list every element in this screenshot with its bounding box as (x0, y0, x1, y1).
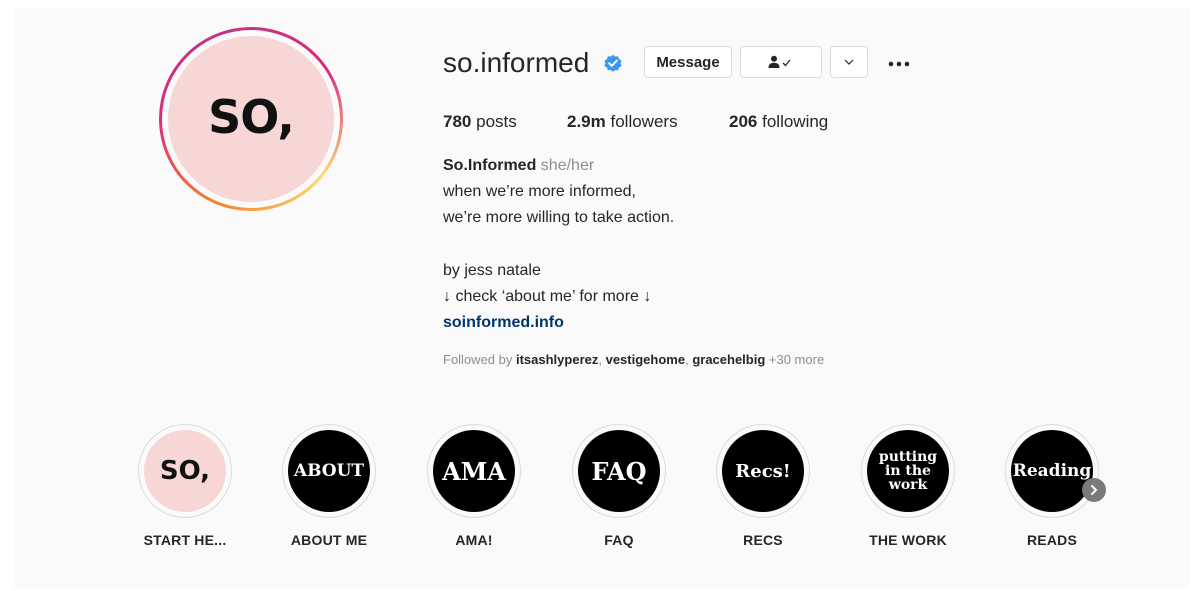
highlight-label: START HE... (143, 532, 227, 548)
follower-gracehelbig[interactable]: gracehelbig (692, 352, 765, 367)
highlight-start-here[interactable]: SO, START HE... (125, 424, 245, 548)
suggested-dropdown-button[interactable] (830, 46, 868, 78)
highlight-label: AMA! (455, 532, 493, 548)
highlight-cover: ABOUT (288, 430, 370, 512)
bio-line-2: we’re more willing to take action. (443, 209, 675, 226)
following-button[interactable] (740, 46, 822, 78)
verified-badge-icon (604, 54, 622, 72)
highlight-cover: SO, (144, 430, 226, 512)
chevron-right-icon (1091, 485, 1098, 495)
highlight-ama[interactable]: AMA AMA! (414, 424, 534, 548)
followers-count: 2.9m (567, 112, 606, 131)
highlight-cover: AMA (433, 430, 515, 512)
profile-avatar[interactable]: SO, (159, 27, 343, 211)
followers-label: followers (610, 112, 678, 131)
follower-itsashlyperez[interactable]: itsashlyperez (516, 352, 598, 367)
follower-vestigehome[interactable]: vestigehome (606, 352, 685, 367)
pronouns: she/her (540, 157, 595, 174)
following-label: following (762, 112, 829, 131)
person-check-icon (768, 55, 791, 68)
bio-link-line: soinformed.info (443, 314, 564, 332)
bio-name: So.Informed (443, 157, 537, 174)
highlight-label: THE WORK (869, 532, 947, 548)
following-stat[interactable]: 206 following (729, 112, 828, 132)
chevron-down-icon (844, 59, 854, 65)
avatar-text: SO, (208, 90, 295, 144)
highlight-label: READS (1026, 532, 1077, 548)
highlight-cover: Reading (1011, 430, 1093, 512)
bio-name-line: So.Informed she/her (443, 157, 594, 175)
highlight-label: RECS (743, 532, 783, 548)
followed-by[interactable]: Followed by itsashlyperez, vestigehome, … (443, 352, 824, 367)
highlight-faq[interactable]: FAQ FAQ (559, 424, 679, 548)
followers-stat[interactable]: 2.9m followers (567, 112, 678, 132)
highlights-next-button[interactable] (1082, 478, 1106, 502)
more-options-icon[interactable] (887, 54, 911, 74)
highlight-label: ABOUT ME (290, 532, 368, 548)
highlight-the-work[interactable]: putting in the work THE WORK (848, 424, 968, 548)
bio-line-4: ↓ check ‘about me’ for more ↓ (443, 288, 652, 305)
bio-line-3: by jess natale (443, 262, 541, 279)
posts-count: 780 (443, 112, 472, 131)
highlight-about-me[interactable]: ABOUT ABOUT ME (269, 424, 389, 548)
message-button[interactable]: Message (644, 46, 732, 78)
highlight-label: FAQ (604, 532, 634, 548)
bio-line-1: when we’re more informed, (443, 183, 636, 200)
username: so.informed (443, 47, 590, 78)
highlight-cover: FAQ (578, 430, 660, 512)
following-count: 206 (729, 112, 758, 131)
avatar: SO, (168, 36, 334, 202)
highlight-recs[interactable]: Recs! RECS (703, 424, 823, 548)
website-link[interactable]: soinformed.info (443, 314, 564, 331)
posts-label: posts (476, 112, 517, 131)
highlight-cover: putting in the work (867, 430, 949, 512)
highlight-cover: Recs! (722, 430, 804, 512)
posts-stat: 780 posts (443, 112, 517, 132)
